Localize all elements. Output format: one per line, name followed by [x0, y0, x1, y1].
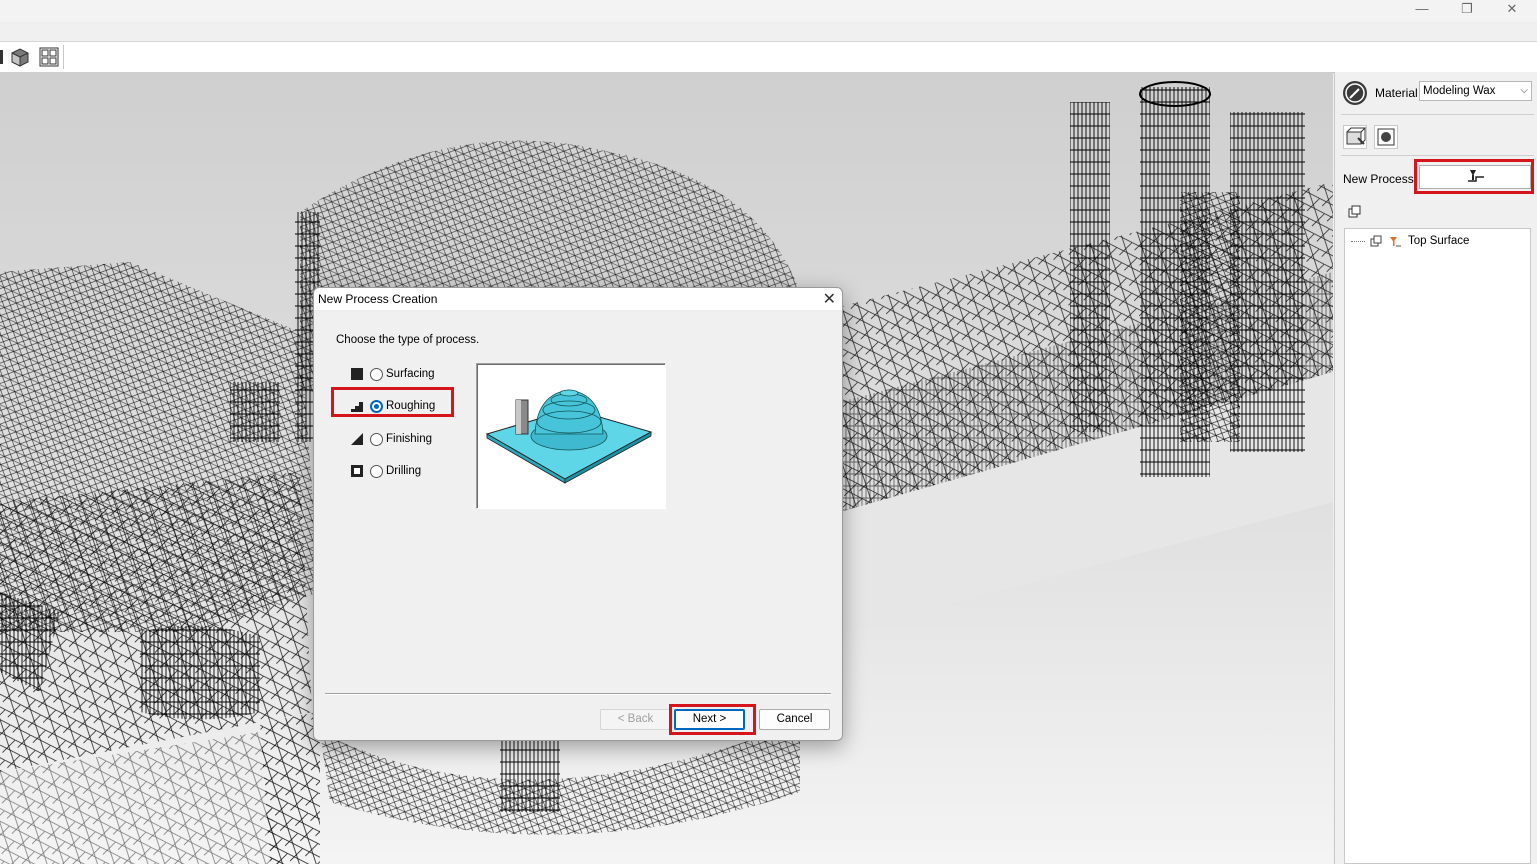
surfacing-process-icon [1390, 237, 1401, 247]
cancel-button[interactable]: Cancel [759, 709, 830, 730]
process-panel: Material Modeling Wax ⌵ New Process Top … [1334, 72, 1537, 864]
main-toolbar [0, 41, 1537, 73]
option-label: Drilling [386, 465, 422, 477]
dialog-prompt: Choose the type of process. [336, 334, 480, 346]
process-group-icon [1370, 235, 1382, 247]
tree-connector [1351, 241, 1365, 242]
option-label: Roughing [386, 400, 436, 412]
pillars [1070, 81, 1305, 477]
drilling-icon [351, 465, 363, 477]
new-process-button[interactable] [1419, 165, 1531, 189]
toolbar-separator [63, 45, 64, 69]
material-label: Material [1375, 86, 1418, 100]
collapse-all-icon[interactable] [1347, 204, 1363, 220]
roughing-icon [351, 402, 363, 412]
tree-item-label: Top Surface [1408, 235, 1470, 247]
finishing-icon [351, 433, 363, 445]
radio-drilling[interactable] [370, 465, 383, 478]
window-titlebar: — ❐ ✕ [0, 0, 1537, 22]
back-button[interactable]: < Back [600, 709, 671, 730]
toolbar-edge [0, 50, 3, 64]
option-label: Finishing [386, 433, 433, 445]
material-value: Modeling Wax [1423, 85, 1496, 97]
dialog-titlebar: New Process Creation ✕ [314, 288, 842, 310]
process-preview-image [476, 363, 666, 509]
new-process-label: New Process [1343, 172, 1414, 186]
option-roughing[interactable]: Roughing [351, 397, 461, 417]
new-process-dialog: New Process Creation ✕ Choose the type o… [313, 287, 843, 741]
close-icon[interactable]: ✕ [823, 289, 836, 309]
new-process-icon [1468, 170, 1484, 182]
surfacing-icon [351, 368, 363, 380]
multi-view-icon[interactable] [38, 46, 60, 68]
solid-view-icon[interactable] [9, 46, 31, 68]
minimize-button[interactable]: — [1400, 0, 1444, 20]
option-surfacing[interactable]: Surfacing [351, 365, 461, 385]
option-drilling[interactable]: Drilling [351, 462, 461, 482]
radio-finishing[interactable] [370, 433, 383, 446]
next-button[interactable]: Next > [674, 709, 745, 730]
chevron-down-icon: ⌵ [1520, 85, 1528, 96]
restore-button[interactable]: ❐ [1445, 0, 1489, 20]
process-tree[interactable]: Top Surface [1344, 228, 1531, 864]
option-label: Surfacing [386, 368, 435, 380]
origin-setup-icon[interactable] [1374, 125, 1398, 149]
stock-setup-icon[interactable] [1343, 125, 1367, 149]
dialog-title: New Process Creation [318, 292, 438, 306]
material-icon[interactable] [1343, 81, 1367, 105]
dialog-divider [325, 693, 831, 695]
radio-surfacing[interactable] [370, 368, 383, 381]
panel-separator [1341, 114, 1534, 115]
tree-item-top-surface[interactable]: Top Surface [1351, 233, 1531, 251]
option-finishing[interactable]: Finishing [351, 430, 461, 450]
close-window-button[interactable]: ✕ [1490, 0, 1534, 20]
panel-separator [1341, 155, 1534, 156]
radio-roughing[interactable] [370, 400, 383, 413]
material-select[interactable]: Modeling Wax ⌵ [1419, 81, 1532, 101]
